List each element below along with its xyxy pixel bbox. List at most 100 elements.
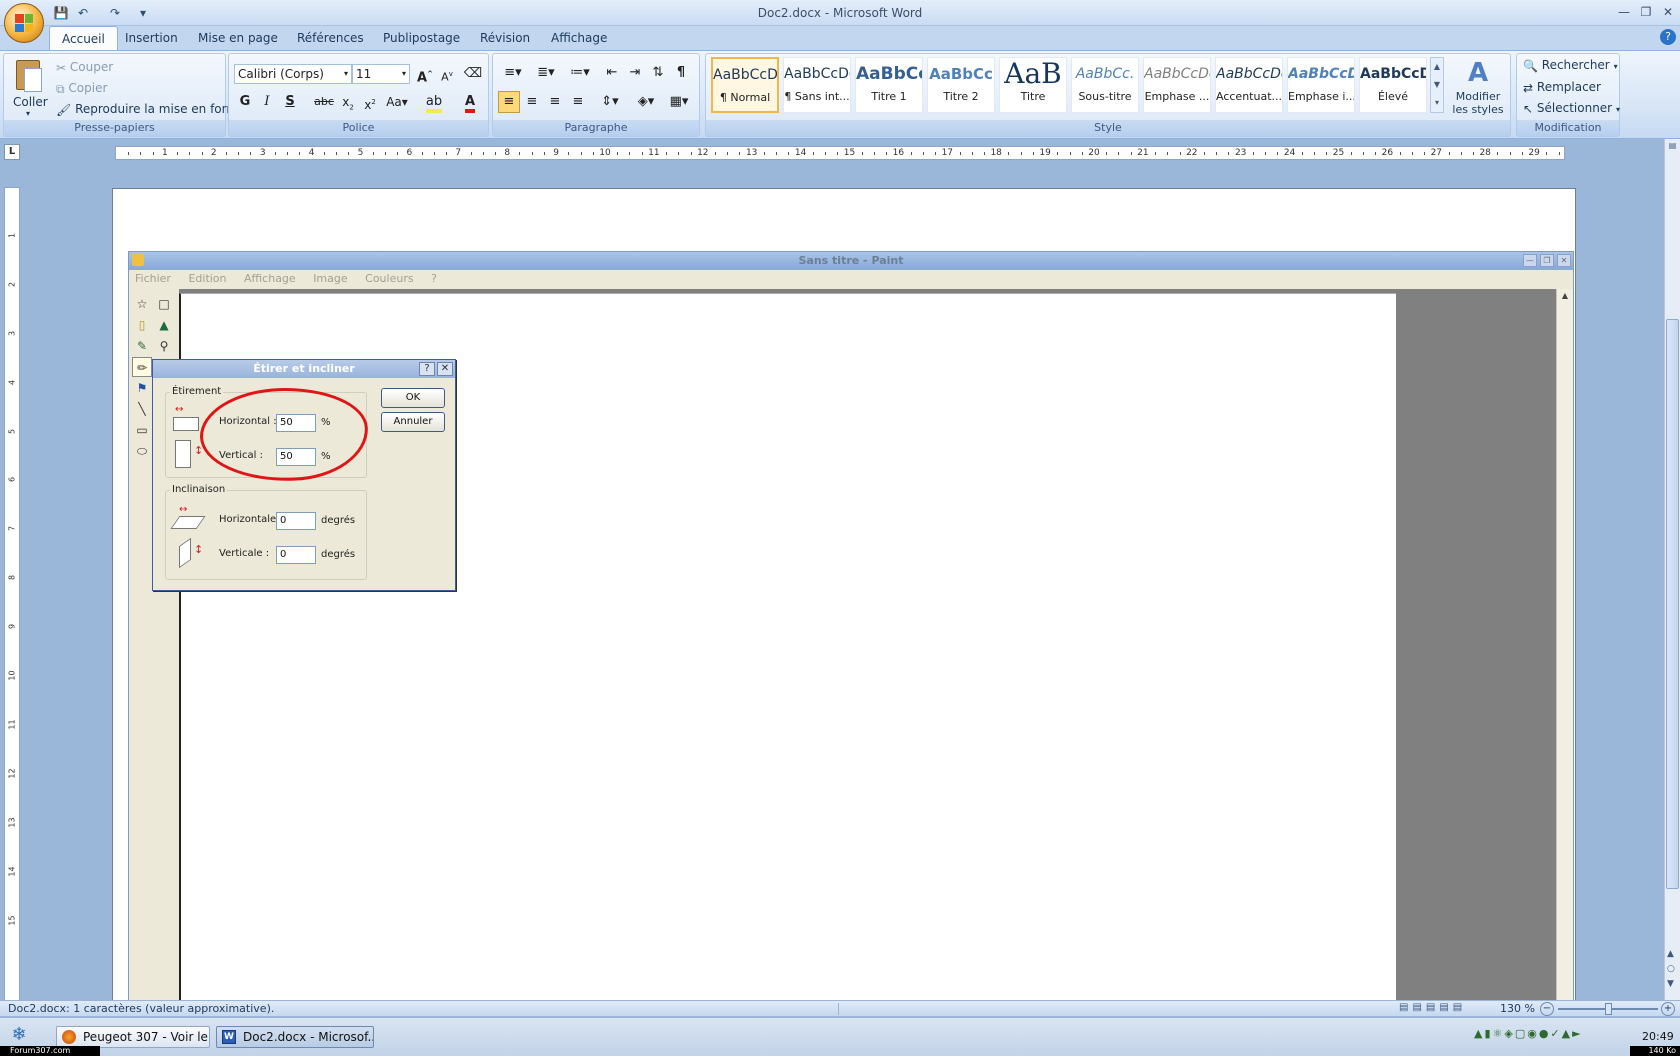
justify-icon[interactable]: ≡	[567, 91, 589, 113]
font-name-select[interactable]: Calibri (Corps) ▾	[234, 64, 352, 84]
tab-selector[interactable]: L	[4, 144, 20, 160]
cancel-button[interactable]: Annuler	[381, 412, 445, 432]
menu-edition[interactable]: Edition	[188, 272, 226, 285]
style-title[interactable]: AaB Titre	[999, 57, 1067, 113]
menu-fichier[interactable]: Fichier	[135, 272, 171, 285]
pilcrow-icon[interactable]: ¶	[670, 62, 692, 84]
style-subtitle[interactable]: AaBbCc. Sous-titre	[1071, 57, 1139, 113]
dialog-close-button[interactable]: ✕	[437, 362, 453, 376]
paint-maximize-button[interactable]: ❐	[1540, 254, 1554, 267]
system-tray-icons[interactable]: ▲▮⚛◈▢◉●✓▲►	[1474, 1027, 1634, 1045]
customize-icon[interactable]: ▾	[134, 4, 152, 22]
ruler-toggle-icon[interactable]: ▤	[1667, 141, 1678, 151]
taskbar-button-word[interactable]: W Doc2.docx - Microsof...	[216, 1026, 374, 1048]
align-right-icon[interactable]: ≡	[544, 91, 566, 113]
tab-revision[interactable]: Révision	[468, 26, 542, 50]
font-size-select[interactable]: 11 ▾	[352, 64, 410, 84]
align-center-icon[interactable]: ≡	[521, 91, 543, 113]
style-subtle-emphasis[interactable]: AaBbCcDc Emphase ...	[1143, 57, 1211, 113]
fill-icon[interactable]: ▲	[154, 315, 174, 335]
rectangle-icon[interactable]: ▭	[132, 420, 152, 440]
zoom-in-icon[interactable]: +	[1661, 1002, 1675, 1016]
help-icon[interactable]: ?	[1660, 29, 1676, 45]
picker-icon[interactable]: ✎	[132, 336, 152, 356]
skew-horizontal-input[interactable]: 0	[276, 512, 316, 530]
italic-icon[interactable]: I	[256, 91, 278, 113]
select-button[interactable]: ↖ Sélectionner ▾	[1523, 98, 1620, 118]
clock[interactable]: 20:49	[1642, 1030, 1674, 1043]
ok-button[interactable]: OK	[381, 388, 445, 408]
horizontal-ruler[interactable]: 1 2 3 4 5 6 7 8 9 10 11 12 13 14 15 16 17 18 19 20 21 22 23 24 2…	[115, 146, 1565, 160]
line-spacing-icon[interactable]: ⇕▾	[595, 91, 625, 113]
highlight-icon[interactable]: ab	[419, 91, 449, 113]
increase-indent-icon[interactable]: ⇥	[624, 62, 646, 84]
paste-icon[interactable]	[12, 58, 44, 94]
font-color-icon[interactable]: A	[455, 91, 485, 113]
free-select-icon[interactable]: ☆	[132, 294, 152, 314]
tab-affichage[interactable]: Affichage	[539, 26, 619, 50]
taskbar-button-firefox[interactable]: Peugeot 307 - Voir le...	[56, 1026, 210, 1048]
menu-affichage[interactable]: Affichage	[244, 272, 296, 285]
subscript-icon[interactable]: x2	[337, 91, 359, 113]
paste-button[interactable]: Coller	[13, 92, 48, 112]
pencil-icon[interactable]: ✏	[132, 357, 152, 377]
browse-object-icon[interactable]: ○	[1667, 964, 1675, 974]
style-heading1[interactable]: AaBbCc Titre 1	[855, 57, 923, 113]
borders-icon[interactable]: ▦▾	[664, 91, 694, 113]
multilevel-list-icon[interactable]: ≔▾	[565, 62, 595, 84]
style-normal[interactable]: AaBbCcDc ¶ Normal	[711, 57, 779, 113]
replace-button[interactable]: ⇄ Remplacer	[1523, 77, 1601, 97]
vertical-ruler[interactable]: 1 2 3 4 5 6 7 8 9 10 11 12 13 14 15	[4, 187, 20, 1002]
word-vertical-scrollbar[interactable]: ▤ ▲ ○ ▼	[1664, 139, 1680, 1001]
strikethrough-icon[interactable]: abc	[313, 91, 335, 113]
menu-help[interactable]: ?	[431, 272, 437, 285]
styles-scroll[interactable]: ▲ ▼ ▾	[1430, 57, 1444, 113]
next-page-icon[interactable]: ▼	[1667, 979, 1674, 989]
shading-icon[interactable]: ◈▾	[631, 91, 661, 113]
clear-format-icon[interactable]: ⌫	[462, 63, 484, 85]
ellipse-icon[interactable]: ⬭	[132, 441, 152, 461]
style-no-spacing[interactable]: AaBbCcDc ¶ Sans int...	[783, 57, 851, 113]
eraser-icon[interactable]: ▯	[132, 315, 152, 335]
style-intense-emphasis[interactable]: AaBbCcDc Emphase i...	[1287, 57, 1355, 113]
dialog-help-button[interactable]: ?	[419, 362, 435, 376]
zoom-out-icon[interactable]: −	[1540, 1002, 1554, 1016]
maximize-button[interactable]: ❐	[1636, 2, 1656, 22]
tab-accueil[interactable]: Accueil	[49, 26, 118, 50]
skew-vertical-input[interactable]: 0	[276, 546, 316, 564]
paste-dropdown-icon[interactable]: ▾	[26, 109, 30, 118]
style-heading2[interactable]: AaBbCc Titre 2	[927, 57, 995, 113]
save-icon[interactable]: 💾	[52, 4, 70, 22]
redo-icon[interactable]: ↷	[106, 4, 124, 22]
brush-icon[interactable]: ⚑	[132, 378, 152, 398]
copy-button[interactable]: ⧉ Copier	[56, 78, 107, 98]
scroll-thumb[interactable]	[1666, 319, 1679, 889]
menu-couleurs[interactable]: Couleurs	[365, 272, 413, 285]
paint-close-button[interactable]: ✕	[1557, 254, 1571, 267]
style-emphasis[interactable]: AaBbCcDc Accentuat...	[1215, 57, 1283, 113]
tab-references[interactable]: Références	[285, 26, 376, 50]
undo-icon[interactable]: ↶	[74, 4, 92, 22]
zoom-slider-thumb[interactable]	[1605, 1003, 1612, 1015]
tab-insertion[interactable]: Insertion	[113, 26, 190, 50]
change-styles-button[interactable]: A Modifier les styles	[1450, 56, 1506, 120]
change-case-icon[interactable]: Aa▾	[383, 91, 411, 113]
sort-icon[interactable]: ⇅	[647, 62, 669, 84]
bold-icon[interactable]: G	[234, 91, 256, 113]
office-button[interactable]	[4, 3, 44, 43]
close-button[interactable]: ✕	[1658, 2, 1678, 22]
start-button[interactable]: ❄	[6, 1024, 32, 1048]
view-buttons[interactable]: ▤▤▤▤▤	[1399, 1002, 1499, 1016]
rect-select-icon[interactable]: □	[154, 294, 174, 314]
bullets-icon[interactable]: ≡▾	[498, 62, 528, 84]
zoom-level[interactable]: 130 %	[1500, 1002, 1535, 1015]
menu-image[interactable]: Image	[313, 272, 347, 285]
shrink-font-icon[interactable]: Av	[436, 63, 458, 85]
tab-publipostage[interactable]: Publipostage	[371, 26, 472, 50]
find-button[interactable]: 🔍 Rechercher ▾	[1523, 55, 1618, 75]
grow-font-icon[interactable]: A^	[414, 63, 436, 85]
tab-mise-en-page[interactable]: Mise en page	[186, 26, 290, 50]
style-strong[interactable]: AaBbCcDc Élevé	[1359, 57, 1427, 113]
decrease-indent-icon[interactable]: ⇤	[601, 62, 623, 84]
format-painter-button[interactable]: 🖌 Reproduire la mise en forme	[56, 99, 245, 119]
